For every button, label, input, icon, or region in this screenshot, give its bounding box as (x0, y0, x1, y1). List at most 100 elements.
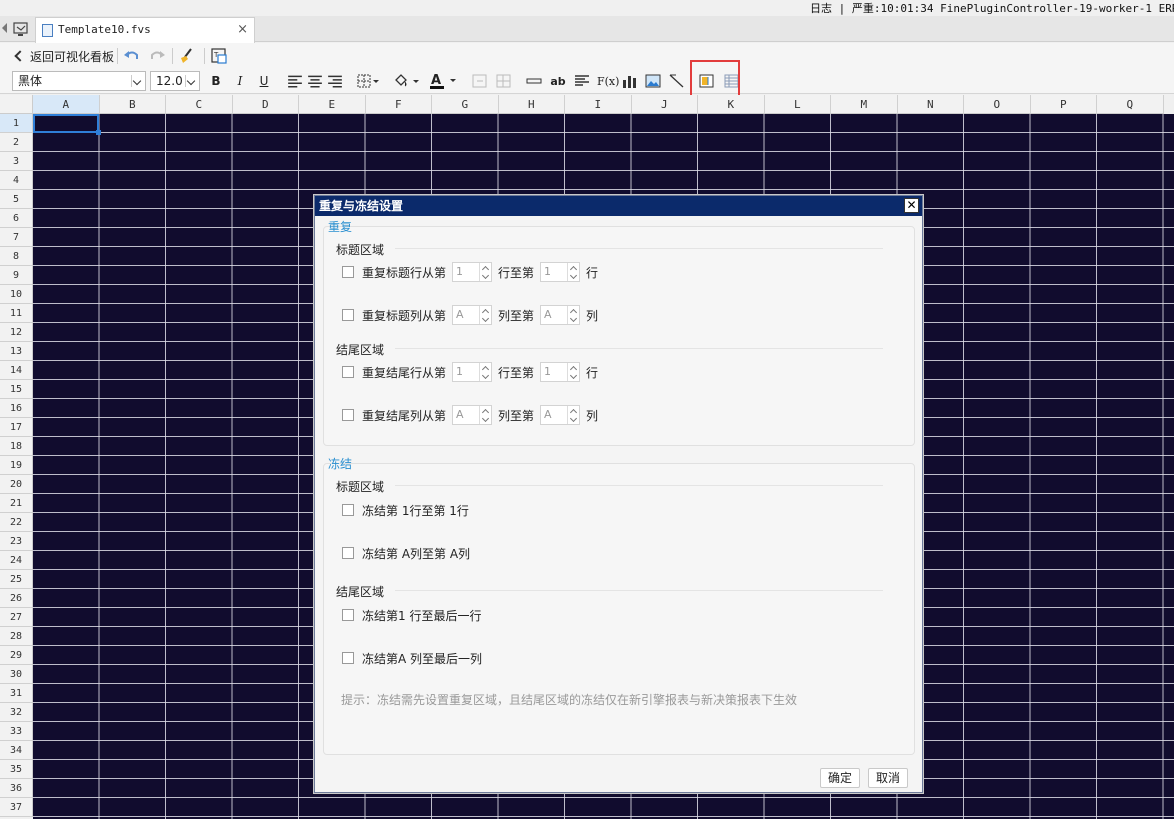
column-header-n[interactable]: N (897, 95, 964, 114)
row-header-16[interactable]: 16 (0, 399, 33, 418)
select-all-corner[interactable] (0, 95, 33, 114)
redo-icon[interactable] (148, 47, 166, 65)
freeze-footer-col-checkbox[interactable] (342, 652, 354, 664)
repeat-footer-col-checkbox[interactable] (342, 409, 354, 421)
row-header-18[interactable]: 18 (0, 437, 33, 456)
chevron-down-icon[interactable] (479, 272, 490, 281)
repeat-footer-row-checkbox[interactable] (342, 366, 354, 378)
row-header-31[interactable]: 31 (0, 684, 33, 703)
slash-cell-icon[interactable] (669, 72, 685, 90)
border-icon[interactable] (357, 72, 379, 90)
image-icon[interactable] (645, 72, 661, 90)
align-right-icon[interactable] (327, 72, 343, 90)
row-header-5[interactable]: 5 (0, 190, 33, 209)
chevron-up-icon[interactable] (567, 263, 578, 272)
ok-button[interactable]: 确定 (820, 768, 860, 788)
fill-color-icon[interactable] (393, 72, 421, 90)
merge-cells-icon[interactable] (472, 72, 488, 90)
repeat-footer-col-to-stepper[interactable]: A (540, 405, 581, 425)
align-left-icon[interactable] (287, 72, 303, 90)
align-center-icon[interactable] (307, 72, 323, 90)
tab-template10[interactable]: Template10.fvs × (35, 17, 255, 43)
row-header-14[interactable]: 14 (0, 361, 33, 380)
font-family-select[interactable]: 黑体 (12, 71, 146, 91)
chevron-down-icon[interactable] (185, 75, 197, 87)
column-header-c[interactable]: C (166, 95, 233, 114)
row-header-20[interactable]: 20 (0, 475, 33, 494)
column-header-m[interactable]: M (831, 95, 898, 114)
row-header-21[interactable]: 21 (0, 494, 33, 513)
row-header-8[interactable]: 8 (0, 247, 33, 266)
scroll-left-icon[interactable] (2, 23, 7, 33)
row-header-32[interactable]: 32 (0, 703, 33, 722)
chevron-up-icon[interactable] (479, 406, 490, 415)
freeze-header-col-checkbox[interactable] (342, 547, 354, 559)
repeat-header-row-checkbox[interactable] (342, 266, 354, 278)
repeat-footer-row-from-stepper[interactable]: 1 (452, 362, 493, 382)
column-header-f[interactable]: F (365, 95, 432, 114)
row-header-1[interactable]: 1 (0, 114, 33, 133)
column-header-k[interactable]: K (698, 95, 765, 114)
row-header-22[interactable]: 22 (0, 513, 33, 532)
text-button[interactable]: ab (550, 72, 566, 90)
chevron-down-icon[interactable] (479, 372, 490, 381)
row-header-13[interactable]: 13 (0, 342, 33, 361)
chevron-up-icon[interactable] (479, 263, 490, 272)
column-header-d[interactable]: D (232, 95, 299, 114)
row-header-19[interactable]: 19 (0, 456, 33, 475)
underline-button[interactable]: U (256, 72, 272, 90)
undo-icon[interactable] (123, 47, 141, 65)
close-icon[interactable]: ✕ (904, 198, 919, 213)
row-header-33[interactable]: 33 (0, 722, 33, 741)
repeat-header-row-from-stepper[interactable]: 1 (452, 262, 493, 282)
column-header-g[interactable]: G (432, 95, 499, 114)
rich-text-icon[interactable] (574, 72, 590, 90)
chevron-down-icon[interactable] (479, 315, 490, 324)
repeat-header-col-from-stepper[interactable]: A (452, 305, 493, 325)
template-params-icon[interactable]: T (210, 47, 228, 65)
column-header-b[interactable]: B (99, 95, 166, 114)
chevron-down-icon[interactable] (567, 315, 578, 324)
row-header-28[interactable]: 28 (0, 627, 33, 646)
insert-line-icon[interactable] (526, 72, 542, 90)
row-header-11[interactable]: 11 (0, 304, 33, 323)
formula-button[interactable]: F(x) (597, 72, 619, 90)
column-header-q[interactable]: Q (1097, 95, 1164, 114)
format-painter-icon[interactable] (178, 47, 196, 65)
font-color-icon[interactable]: A (430, 72, 460, 90)
repeat-header-col-checkbox[interactable] (342, 309, 354, 321)
row-header-26[interactable]: 26 (0, 589, 33, 608)
row-header-24[interactable]: 24 (0, 551, 33, 570)
row-header-27[interactable]: 27 (0, 608, 33, 627)
selected-cell-a1[interactable] (33, 114, 101, 135)
column-header-a[interactable]: A (33, 95, 100, 114)
row-header-29[interactable]: 29 (0, 646, 33, 665)
repeat-header-col-to-stepper[interactable]: A (540, 305, 581, 325)
chevron-up-icon[interactable] (479, 306, 490, 315)
row-header-34[interactable]: 34 (0, 741, 33, 760)
chevron-up-icon[interactable] (567, 363, 578, 372)
row-header-37[interactable]: 37 (0, 798, 33, 817)
column-header-l[interactable]: L (764, 95, 831, 114)
freeze-header-row-checkbox[interactable] (342, 504, 354, 516)
row-header-17[interactable]: 17 (0, 418, 33, 437)
font-size-select[interactable]: 12.0 (150, 71, 200, 91)
column-header-o[interactable]: O (964, 95, 1031, 114)
column-header-i[interactable]: I (565, 95, 632, 114)
row-header-23[interactable]: 23 (0, 532, 33, 551)
row-header-9[interactable]: 9 (0, 266, 33, 285)
column-header-j[interactable]: J (631, 95, 698, 114)
column-header-p[interactable]: P (1030, 95, 1097, 114)
chart-icon[interactable] (622, 72, 638, 90)
row-header-12[interactable]: 12 (0, 323, 33, 342)
italic-button[interactable]: I (232, 72, 248, 90)
log-text[interactable]: 日志 | 严重:10:01:34 FinePluginController-19… (810, 0, 1174, 16)
repeat-header-row-to-stepper[interactable]: 1 (540, 262, 581, 282)
chevron-down-icon[interactable] (567, 272, 578, 281)
chevron-down-icon[interactable] (567, 415, 578, 424)
row-header-3[interactable]: 3 (0, 152, 33, 171)
chevron-down-icon[interactable] (567, 372, 578, 381)
row-header-35[interactable]: 35 (0, 760, 33, 779)
row-header-6[interactable]: 6 (0, 209, 33, 228)
repeat-footer-row-to-stepper[interactable]: 1 (540, 362, 581, 382)
